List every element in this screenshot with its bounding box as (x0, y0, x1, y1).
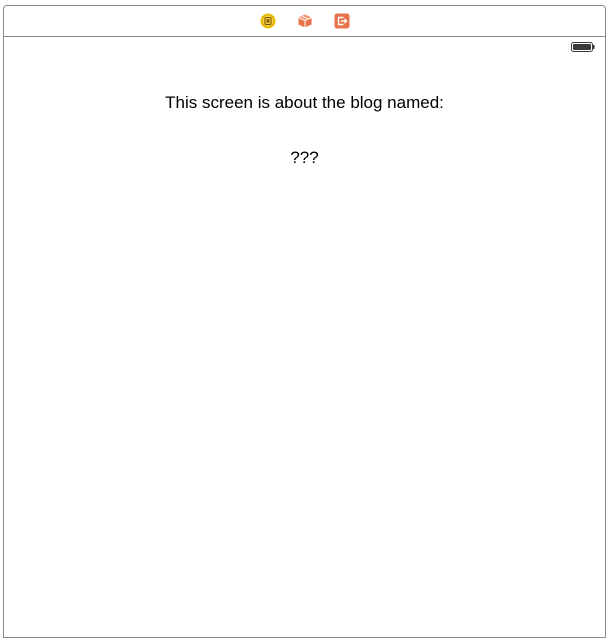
view-controller-scene[interactable]: This screen is about the blog named: ??? (3, 5, 606, 638)
view-controller-icon[interactable] (260, 13, 276, 29)
battery-icon (571, 42, 595, 52)
scene-dock (4, 6, 605, 37)
root-view: This screen is about the blog named: ??? (4, 57, 605, 638)
exit-icon[interactable] (334, 13, 350, 29)
blog-name-label: ??? (290, 148, 319, 167)
status-bar (4, 37, 605, 57)
first-responder-icon[interactable] (297, 13, 313, 29)
blog-title-label: This screen is about the blog named: (165, 93, 444, 112)
storyboard-canvas: This screen is about the blog named: ??? (0, 0, 610, 642)
